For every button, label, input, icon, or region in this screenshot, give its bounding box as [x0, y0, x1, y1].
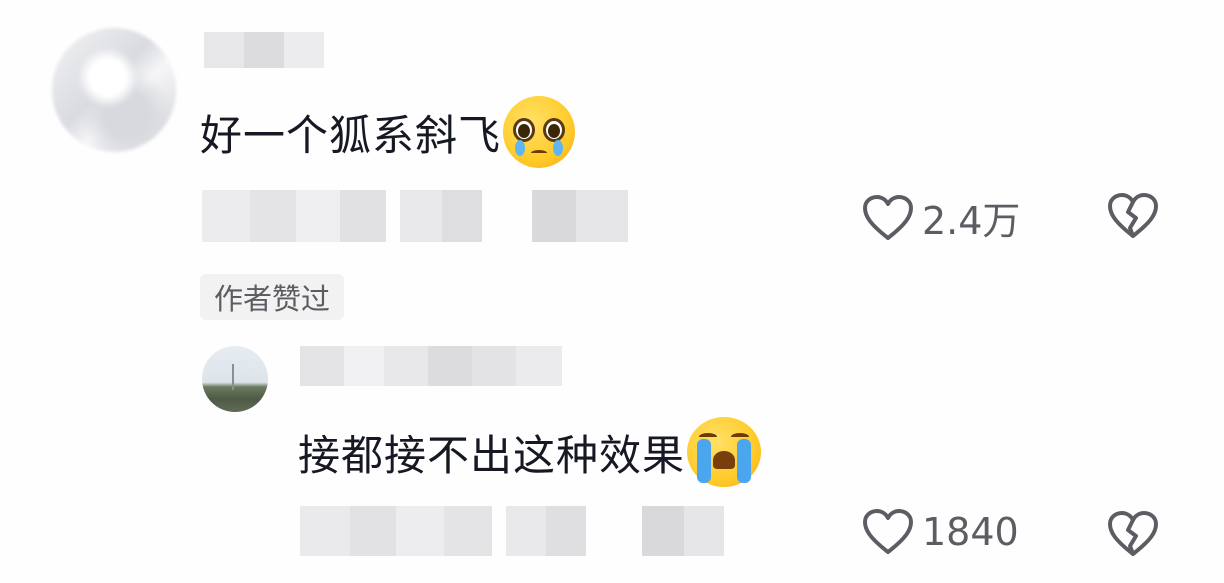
comment-meta-blurred [202, 190, 628, 242]
pleading-face-icon [503, 96, 576, 168]
author-liked-badge-label: 作者赞过 [214, 282, 331, 316]
broken-heart-icon[interactable] [1107, 192, 1159, 240]
comment-text: 好一个狐系斜飞 [200, 96, 576, 168]
broken-heart-icon[interactable] [1107, 510, 1159, 558]
loudly-crying-face-icon [687, 417, 762, 487]
comment-like-button[interactable]: 2.4万 [862, 190, 1020, 245]
reply-meta-blurred [300, 506, 724, 556]
heart-icon [863, 194, 913, 240]
reply-text: 接都接不出这种效果 [298, 417, 762, 487]
reply-avatar[interactable] [202, 346, 268, 412]
comment-section: 好一个狐系斜飞 2.4万 作者赞过 接都接不出这种效果 1840 [0, 0, 1224, 583]
commenter-username-blurred[interactable] [204, 32, 324, 68]
reply-username-blurred[interactable] [300, 346, 562, 386]
reply-like-button[interactable]: 1840 [862, 508, 1019, 556]
reply-text-content: 接都接不出这种效果 [298, 430, 686, 480]
heart-icon [863, 509, 913, 554]
commenter-avatar[interactable] [52, 28, 176, 152]
like-count: 2.4万 [922, 199, 1021, 243]
author-liked-badge: 作者赞过 [200, 274, 345, 320]
comment-text-content: 好一个狐系斜飞 [200, 110, 502, 160]
like-count: 1840 [922, 510, 1019, 554]
